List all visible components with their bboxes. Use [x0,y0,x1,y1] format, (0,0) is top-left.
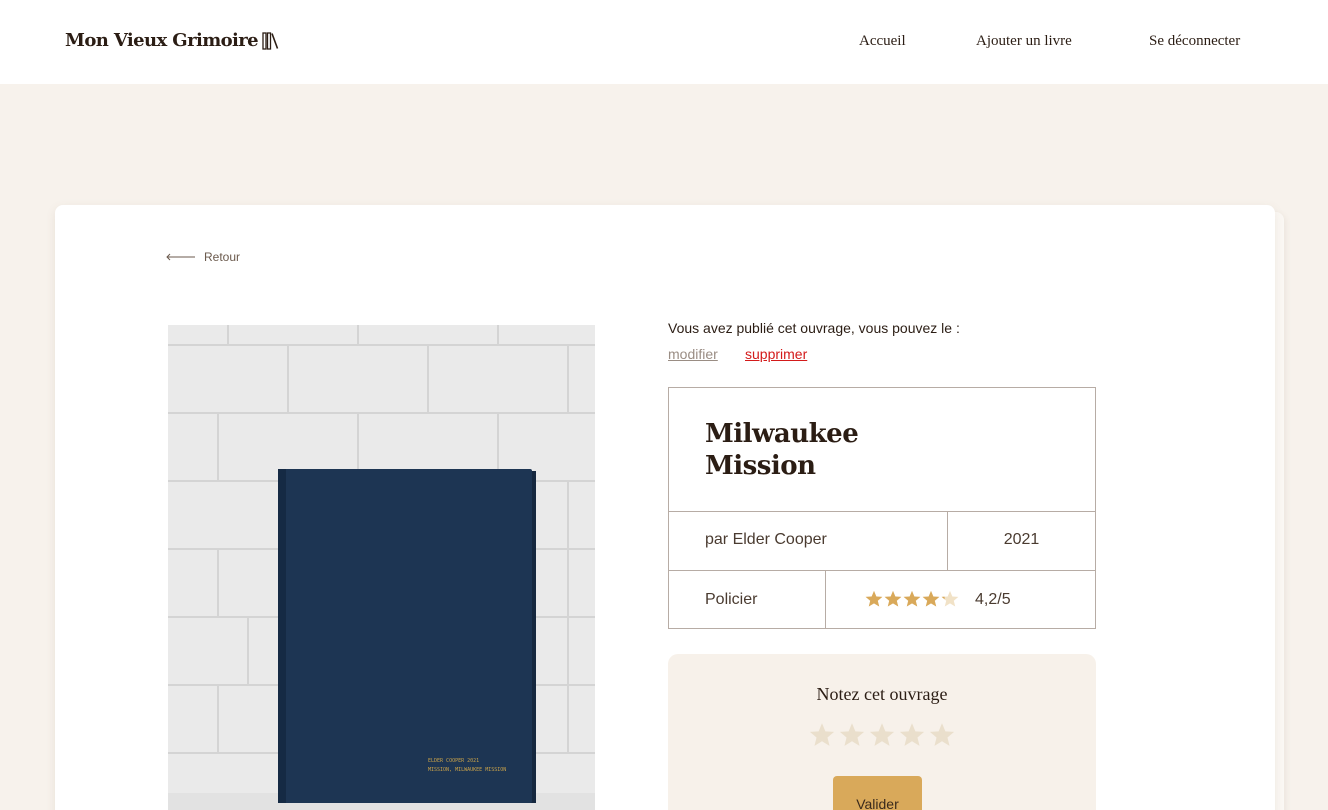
book-genre: Policier [705,591,758,608]
rate-star-icon[interactable] [899,722,925,748]
back-link[interactable]: Retour [166,250,240,264]
star-icon [884,590,902,607]
owner-message: Vous avez publié cet ouvrage, vous pouve… [668,320,960,336]
nav-link-logout[interactable]: Se déconnecter [1149,33,1240,50]
star-icon [941,590,959,607]
rating-stars-input [809,722,955,748]
rate-star-icon[interactable] [929,722,955,748]
book-title-line1: Milwaukee [705,419,859,449]
author-year-row: par Elder Cooper 2021 [669,511,1095,571]
delete-link[interactable]: supprimer [745,346,807,362]
average-rating-stars [865,590,959,608]
arrow-left-icon [166,253,195,261]
book-info-table: Milwaukee Mission par Elder Cooper 2021 … [668,387,1096,629]
star-icon [865,590,883,607]
book-cover-image: ELDER COOPER 2021 MISSION, MILWAUKEE MIS… [168,325,595,810]
logo-text: Mon Vieux Grimoire [65,30,259,51]
divider [825,571,826,629]
nav-link-add-book[interactable]: Ajouter un livre [976,33,1072,50]
site-header: Mon Vieux Grimoire Accueil Ajouter un li… [0,0,1328,84]
rate-star-icon[interactable] [869,722,895,748]
book-author: par Elder Cooper [705,531,827,548]
cover-text-line1: ELDER COOPER 2021 [428,758,479,764]
book-title-line2: Mission [705,451,816,481]
books-icon [262,31,279,50]
nav-link-home[interactable]: Accueil [859,33,906,50]
average-rating-text: 4,2/5 [975,591,1011,608]
rating-form: Notez cet ouvrage Valider [668,654,1096,810]
modify-link[interactable]: modifier [668,346,718,362]
book-title: Milwaukee Mission [705,418,859,482]
rate-star-icon[interactable] [839,722,865,748]
cover-text-line2: MISSION, MILWAUKEE MISSION [428,767,506,773]
rating-heading: Notez cet ouvrage [816,684,948,704]
book-year: 2021 [1003,531,1040,548]
submit-rating-button[interactable]: Valider [833,776,922,810]
genre-rating-row: Policier 4,2/5 [669,570,1095,629]
back-label: Retour [204,250,241,264]
star-icon [922,590,940,607]
site-logo[interactable]: Mon Vieux Grimoire [65,30,279,51]
rate-star-icon[interactable] [809,722,835,748]
star-icon [903,590,921,607]
